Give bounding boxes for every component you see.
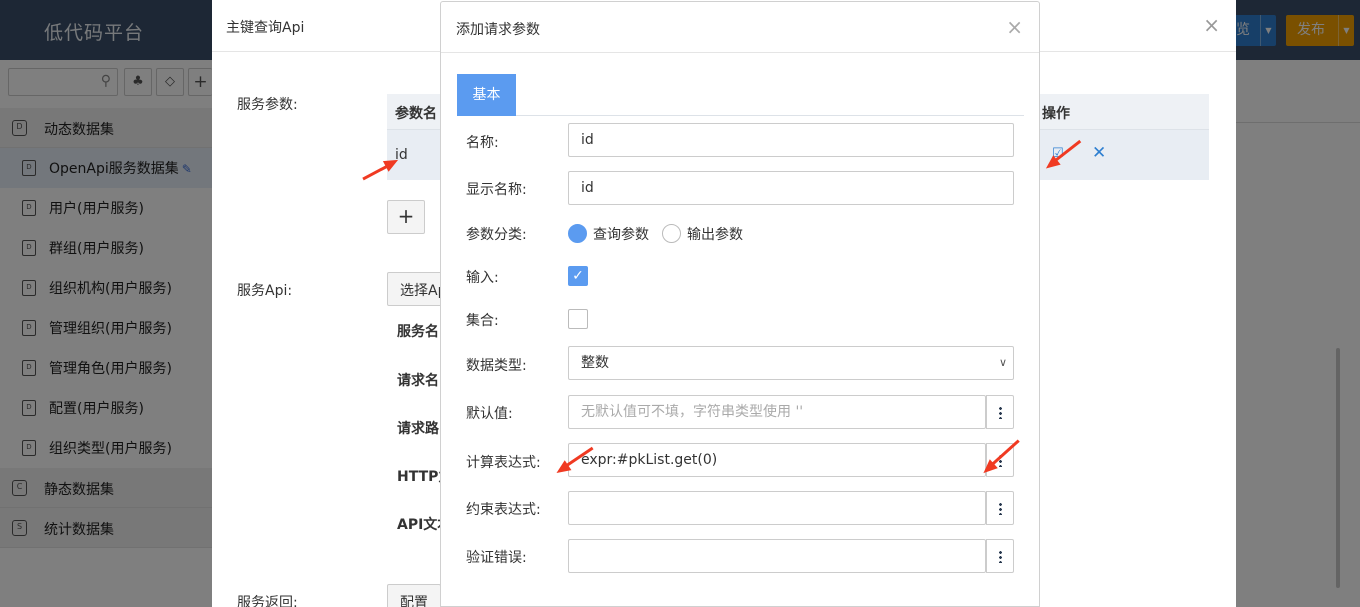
service-return-label: 服务返回: xyxy=(237,595,298,607)
calc-expr-input[interactable] xyxy=(568,443,986,477)
add-param-button[interactable]: + xyxy=(387,200,425,234)
category-label: 参数分类: xyxy=(466,227,527,243)
service-api-label: 服务Api: xyxy=(237,283,293,299)
name-label: 名称: xyxy=(466,135,499,151)
default-value-label: 默认值: xyxy=(466,406,513,422)
default-value-input[interactable] xyxy=(568,395,986,429)
constraint-expr-more-button[interactable] xyxy=(986,491,1014,525)
data-type-label: 数据类型: xyxy=(466,358,527,374)
tab-basic[interactable]: 基本 xyxy=(457,74,516,116)
close-icon[interactable]: × xyxy=(1006,15,1023,39)
column-header-name: 参数名 xyxy=(395,106,437,122)
delete-icon[interactable]: ✕ xyxy=(1092,143,1106,163)
display-name-label: 显示名称: xyxy=(466,182,527,198)
validation-error-label: 验证错误: xyxy=(466,550,527,566)
data-type-value: 整数 xyxy=(581,355,609,371)
service-name-field: 服务名 xyxy=(397,324,439,340)
validation-error-more-button[interactable] xyxy=(986,539,1014,573)
collection-checkbox[interactable] xyxy=(568,309,588,329)
service-params-label: 服务参数: xyxy=(237,97,298,113)
add-param-modal: 添加请求参数 × 基本 名称: 显示名称: 参数分类: 查询参数 输出参数 输入… xyxy=(440,1,1040,607)
constraint-expr-input[interactable] xyxy=(568,491,986,525)
collection-label: 集合: xyxy=(466,313,499,329)
radio-output-param[interactable] xyxy=(662,224,681,243)
calc-expr-label: 计算表达式: xyxy=(466,455,541,471)
name-input[interactable] xyxy=(568,123,1014,157)
constraint-expr-label: 约束表达式: xyxy=(466,502,541,518)
more-vertical-icon xyxy=(998,550,1002,563)
validation-error-input[interactable] xyxy=(568,539,986,573)
add-param-modal-title: 添加请求参数 xyxy=(456,22,540,38)
api-modal-title: 主键查询Api xyxy=(226,20,305,36)
radio-query-param-label: 查询参数 xyxy=(593,227,649,243)
column-header-action: 操作 xyxy=(1042,106,1070,122)
data-type-select[interactable]: 整数 ∨ xyxy=(568,346,1014,380)
check-icon: ✓ xyxy=(572,268,584,284)
more-vertical-icon xyxy=(998,502,1002,515)
chevron-down-icon: ∨ xyxy=(998,356,1007,369)
request-name-field: 请求名 xyxy=(397,373,439,389)
close-icon[interactable]: × xyxy=(1203,13,1220,37)
display-name-input[interactable] xyxy=(568,171,1014,205)
more-vertical-icon xyxy=(998,406,1002,419)
default-value-more-button[interactable] xyxy=(986,395,1014,429)
config-button[interactable]: 配置 xyxy=(387,584,441,607)
radio-query-param[interactable] xyxy=(568,224,587,243)
input-checkbox[interactable]: ✓ xyxy=(568,266,588,286)
add-param-modal-header: 添加请求参数 × xyxy=(441,2,1039,53)
input-label: 输入: xyxy=(466,270,499,286)
tab-bar: 基本 xyxy=(457,74,1024,116)
radio-output-param-label: 输出参数 xyxy=(687,227,743,243)
request-path-field: 请求路 xyxy=(397,421,439,437)
